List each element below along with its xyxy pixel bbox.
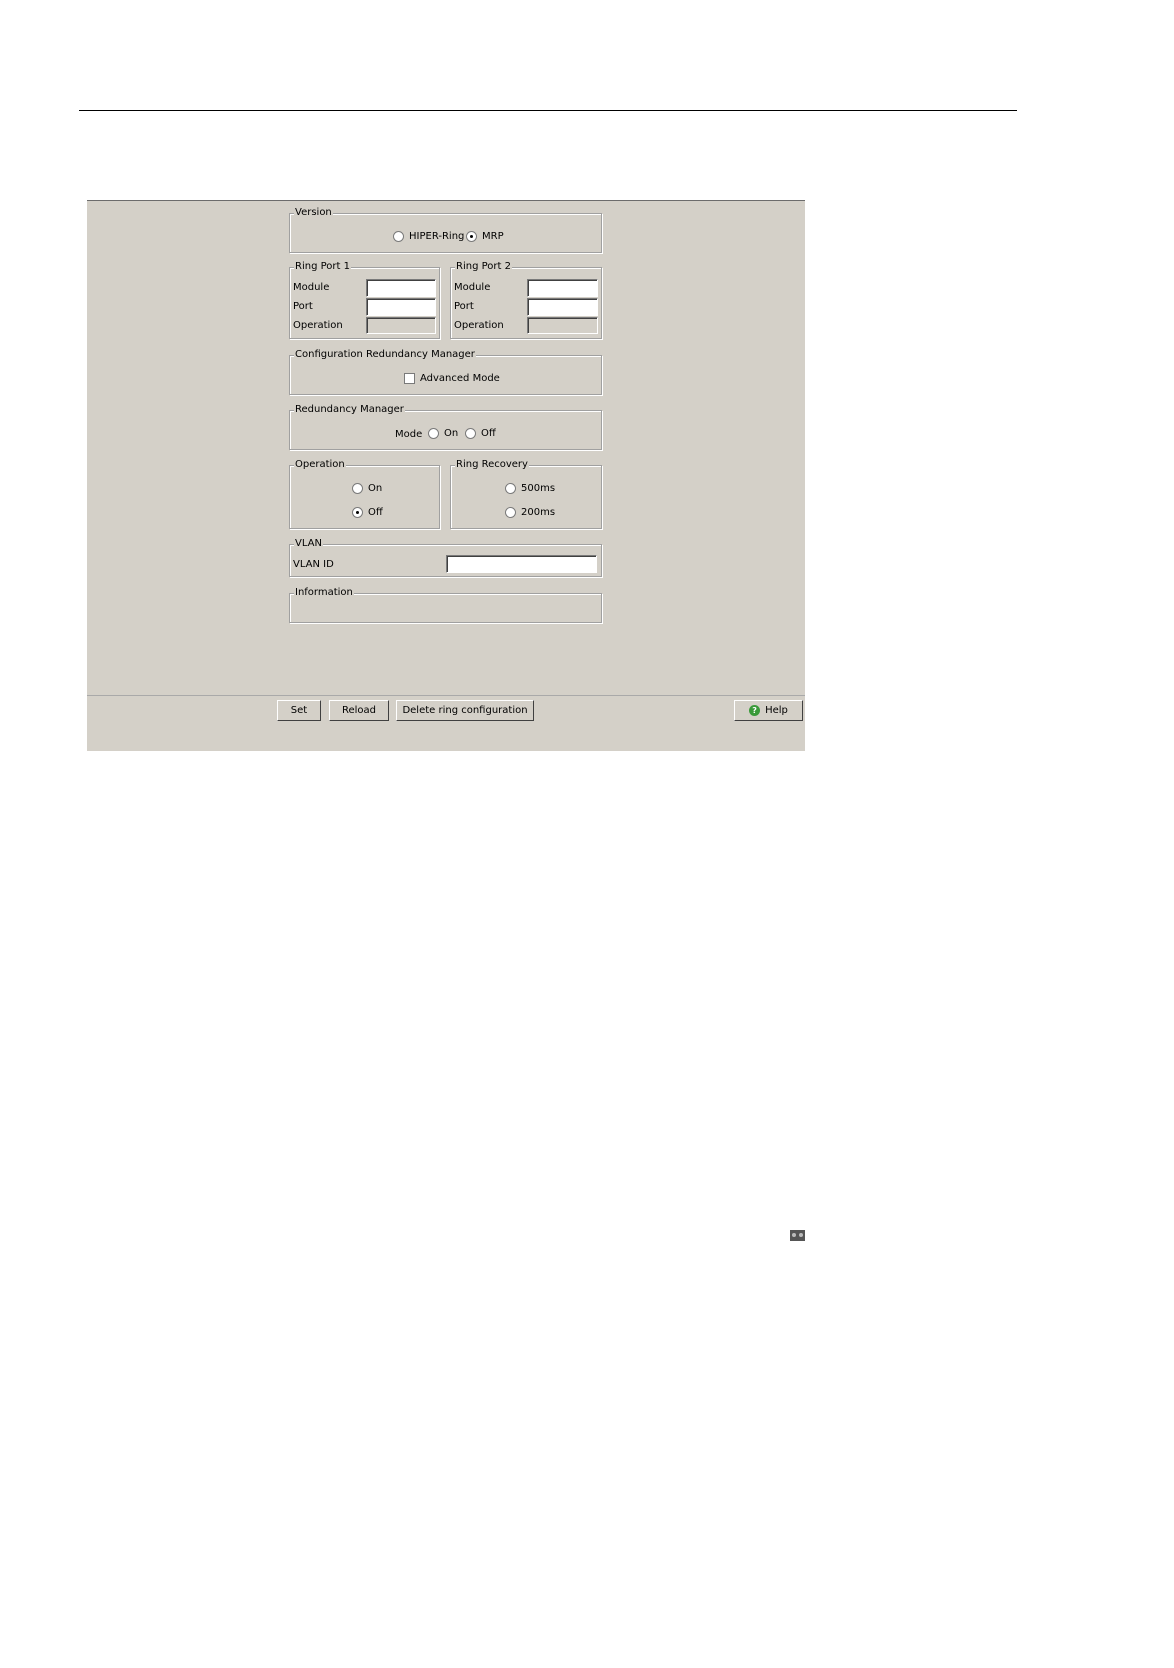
advanced-mode-option[interactable]: Advanced Mode <box>404 373 500 384</box>
ring-redundancy-dialog: Version HIPER-Ring MRP Ring Port 1 Modul… <box>87 200 805 1241</box>
page-header-rule <box>79 110 1017 111</box>
help-label: Help <box>765 705 788 716</box>
version-group: Version HIPER-Ring MRP <box>289 207 602 253</box>
redundancy-manager-off-option[interactable]: Off <box>465 428 496 439</box>
hiper-ring-label: HIPER-Ring <box>409 231 465 242</box>
operation-on-option[interactable]: On <box>352 483 382 494</box>
recovery-500ms-radio-icon[interactable] <box>505 483 516 494</box>
ring-port-1-legend: Ring Port 1 <box>294 261 351 273</box>
config-redundancy-manager-group: Configuration Redundancy Manager Advance… <box>289 349 602 395</box>
ring-port-2-module-field[interactable] <box>527 279 598 297</box>
redundancy-manager-group: Redundancy Manager Mode On Off <box>289 404 602 450</box>
operation-on-radio-icon[interactable] <box>352 483 363 494</box>
ring-recovery-legend: Ring Recovery <box>455 459 529 471</box>
set-button[interactable]: Set <box>277 700 321 721</box>
operation-off-label: Off <box>368 507 383 518</box>
ring-port-1-port-label: Port <box>293 301 313 312</box>
ring-port-2-module-label: Module <box>454 282 491 293</box>
operation-on-label: On <box>368 483 383 494</box>
version-legend: Version <box>294 207 333 219</box>
ring-port-2-port-label: Port <box>454 301 474 312</box>
vlan-id-label: VLAN ID <box>293 559 334 570</box>
delete-ring-configuration-button[interactable]: Delete ring configuration <box>396 700 534 721</box>
rm-off-label: Off <box>481 428 496 439</box>
ring-port-1-operation-field <box>366 317 436 334</box>
redundancy-manager-on-option[interactable]: On <box>428 428 458 439</box>
advanced-mode-label: Advanced Mode <box>420 373 500 384</box>
rm-on-label: On <box>444 428 459 439</box>
rm-off-radio-icon[interactable] <box>465 428 476 439</box>
operation-group: Operation On Off <box>289 459 440 529</box>
reload-button[interactable]: Reload <box>329 700 389 721</box>
ring-port-2-operation-label: Operation <box>454 320 504 331</box>
ring-port-2-group: Ring Port 2 Module Port Operation <box>450 261 602 339</box>
button-bar: Set Reload Delete ring configuration ? H… <box>87 695 805 1241</box>
mrp-label: MRP <box>482 231 504 242</box>
recovery-200ms-radio-icon[interactable] <box>505 507 516 518</box>
ring-port-1-port-field[interactable] <box>366 298 436 316</box>
connection-status-icon <box>790 1230 805 1241</box>
recovery-500ms-label: 500ms <box>521 483 556 494</box>
ring-port-1-module-field[interactable] <box>366 279 436 297</box>
redundancy-manager-legend: Redundancy Manager <box>294 404 405 416</box>
hiper-ring-radio-icon[interactable] <box>393 231 404 242</box>
redundancy-manager-mode-label: Mode <box>395 429 423 440</box>
mrp-radio-icon[interactable] <box>466 231 477 242</box>
operation-off-radio-icon[interactable] <box>352 507 363 518</box>
ring-recovery-200ms-option[interactable]: 200ms <box>505 507 555 518</box>
help-button[interactable]: ? Help <box>734 700 803 721</box>
ring-port-2-legend: Ring Port 2 <box>455 261 512 273</box>
information-group: Information <box>289 587 602 623</box>
operation-legend: Operation <box>294 459 346 471</box>
vlan-id-field[interactable] <box>446 555 597 573</box>
ring-port-1-module-label: Module <box>293 282 330 293</box>
help-icon: ? <box>749 705 761 716</box>
ring-port-2-operation-field <box>527 317 598 334</box>
information-legend: Information <box>294 587 354 599</box>
vlan-legend: VLAN <box>294 538 323 550</box>
ring-recovery-500ms-option[interactable]: 500ms <box>505 483 555 494</box>
ring-recovery-group: Ring Recovery 500ms 200ms <box>450 459 602 529</box>
ring-port-2-port-field[interactable] <box>527 298 598 316</box>
config-redundancy-manager-legend: Configuration Redundancy Manager <box>294 349 476 361</box>
rm-on-radio-icon[interactable] <box>428 428 439 439</box>
version-mrp-option[interactable]: MRP <box>466 231 504 242</box>
operation-off-option[interactable]: Off <box>352 507 383 518</box>
ring-port-1-group: Ring Port 1 Module Port Operation <box>289 261 440 339</box>
ring-port-1-operation-label: Operation <box>293 320 343 331</box>
vlan-group: VLAN VLAN ID <box>289 538 602 577</box>
version-hiper-ring-option[interactable]: HIPER-Ring <box>393 231 464 242</box>
advanced-mode-checkbox-icon[interactable] <box>404 373 415 384</box>
recovery-200ms-label: 200ms <box>521 507 556 518</box>
